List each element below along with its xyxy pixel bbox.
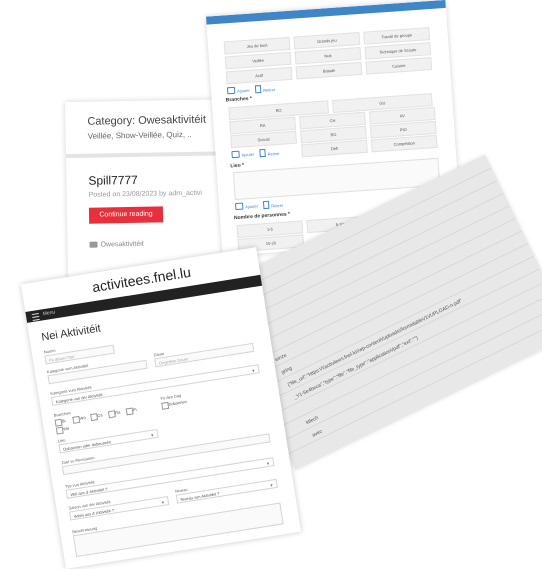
personnes-label: Nombre de personnes * bbox=[233, 211, 291, 222]
niveau-select[interactable]: Niveau vun Aktivitéit ? ▼ bbox=[175, 478, 278, 504]
option-chip[interactable]: Balade bbox=[295, 61, 363, 80]
extra-option: Dobannen bbox=[168, 398, 188, 407]
remove-button[interactable]: Retirer bbox=[259, 148, 280, 158]
new-activity-page: activitees.fnel.lu Menu Nei Aktivitéit N… bbox=[20, 247, 302, 569]
lieu-label: Lieu * bbox=[230, 162, 245, 170]
branch-option: Bi bbox=[61, 418, 66, 424]
dauer-input[interactable]: Ongeféier Dauer bbox=[154, 342, 255, 368]
chevron-down-icon: ▼ bbox=[265, 460, 271, 467]
branch-option: Pi bbox=[132, 406, 137, 413]
branch-option: Wö bbox=[79, 414, 86, 421]
branch-option: Wö bbox=[62, 425, 70, 432]
post-meta: Posted on 23/08/2023 by adm_activi bbox=[88, 189, 202, 199]
comment-icon bbox=[231, 150, 240, 159]
category-link[interactable]: Owesaktivitéit bbox=[89, 240, 144, 249]
branch-option: Ca bbox=[97, 412, 103, 419]
category-tags: Veillée, Show-Veillée, Quiz, .. bbox=[87, 129, 192, 141]
chevron-down-icon: ▼ bbox=[149, 432, 155, 438]
category-heading: Category: Owesaktivitéit bbox=[87, 113, 207, 128]
document-icon bbox=[259, 148, 266, 158]
folder-icon bbox=[89, 241, 98, 248]
lieu-select[interactable]: Dobannen oder dobaussen ▼ bbox=[58, 428, 159, 454]
sheet-text: {"file_url":"https:\/\/activitees.fnel.l… bbox=[286, 298, 464, 389]
branches-label: Branches * bbox=[225, 95, 253, 104]
option-chip[interactable]: Cuisine bbox=[365, 57, 433, 75]
top-bar bbox=[205, 0, 446, 25]
branchen-label: Branchen bbox=[53, 410, 72, 418]
chevron-down-icon: ▼ bbox=[160, 499, 166, 506]
comment-icon bbox=[234, 202, 244, 211]
remove-button[interactable]: Retirer bbox=[262, 200, 283, 210]
option-chip[interactable]: Actif bbox=[225, 66, 293, 85]
branch-option: Ra bbox=[114, 409, 121, 416]
form-title: Nei Aktivitéit bbox=[40, 322, 102, 344]
add-button[interactable]: Ajouter bbox=[234, 202, 258, 211]
continue-reading-button[interactable]: Continue reading bbox=[88, 206, 164, 224]
document-icon bbox=[254, 84, 262, 94]
hamburger-icon[interactable] bbox=[31, 312, 40, 321]
chevron-down-icon: ▼ bbox=[269, 482, 274, 488]
remove-button[interactable]: Retirer bbox=[254, 84, 275, 94]
saison-select[interactable]: Wéini ass d' Aktivitéit ? ▼ bbox=[69, 496, 170, 521]
category-link-label: Owesaktivitéit bbox=[100, 240, 144, 249]
post-title[interactable]: Spill7777 bbox=[88, 173, 138, 188]
comment-icon bbox=[226, 86, 236, 95]
add-button[interactable]: Ajouter bbox=[231, 150, 254, 159]
document-icon bbox=[262, 200, 270, 210]
chevron-down-icon: ▼ bbox=[250, 367, 256, 374]
kategorie-input[interactable] bbox=[47, 359, 148, 385]
add-button[interactable]: Ajouter bbox=[226, 86, 250, 95]
